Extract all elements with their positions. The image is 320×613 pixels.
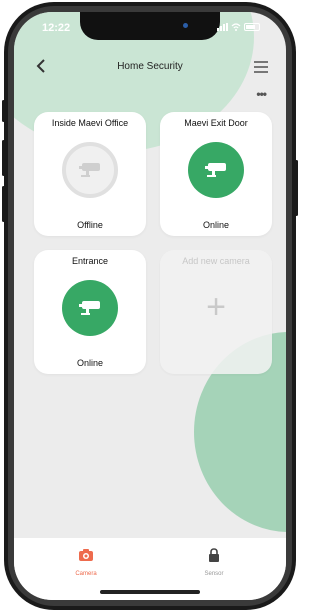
volume-down-button bbox=[2, 186, 5, 222]
menu-icon-line bbox=[254, 66, 268, 68]
camera-online-icon bbox=[62, 280, 118, 336]
camera-card-entrance[interactable]: Entrance Online bbox=[34, 250, 146, 374]
camera-online-icon bbox=[188, 142, 244, 198]
more-options-icon[interactable]: ••• bbox=[256, 87, 267, 101]
tab-camera[interactable]: Camera bbox=[46, 548, 126, 577]
battery-icon bbox=[244, 23, 260, 31]
app-screen: 12:22 Home Security ••• Inside Maevi Off… bbox=[14, 12, 286, 600]
menu-icon-line bbox=[254, 61, 268, 63]
add-camera-card[interactable]: Add new camera + bbox=[160, 250, 272, 374]
menu-button[interactable] bbox=[254, 61, 268, 73]
camera-card-inside-office[interactable]: Inside Maevi Office Offline bbox=[34, 112, 146, 236]
app-header: Home Security bbox=[14, 56, 286, 80]
camera-status: Online bbox=[76, 358, 103, 368]
tab-sensor[interactable]: Sensor bbox=[174, 548, 254, 577]
camera-name: Inside Maevi Office bbox=[51, 118, 129, 128]
wifi-icon bbox=[231, 23, 241, 31]
power-button bbox=[295, 160, 298, 216]
camera-icon bbox=[79, 549, 93, 561]
camera-status: Online bbox=[202, 220, 229, 230]
status-time: 12:22 bbox=[42, 22, 71, 34]
security-camera-icon bbox=[79, 163, 100, 177]
page-title: Home Security bbox=[117, 61, 183, 72]
lock-icon bbox=[209, 548, 219, 562]
camera-name: Entrance bbox=[71, 256, 109, 266]
camera-status: Offline bbox=[77, 220, 103, 230]
plus-icon: + bbox=[206, 288, 226, 326]
home-indicator bbox=[100, 590, 200, 594]
menu-icon-line bbox=[254, 71, 268, 73]
camera-offline-icon bbox=[62, 142, 118, 198]
camera-card-exit-door[interactable]: Maevi Exit Door Online bbox=[160, 112, 272, 236]
signal-icon bbox=[217, 23, 228, 31]
security-camera-icon bbox=[205, 163, 226, 177]
volume-up-button bbox=[2, 140, 5, 176]
camera-name: Maevi Exit Door bbox=[184, 118, 248, 128]
status-icons bbox=[217, 23, 260, 31]
status-bar: 12:22 bbox=[14, 12, 286, 42]
tab-label: Camera bbox=[75, 571, 97, 577]
side-button bbox=[2, 100, 5, 122]
security-camera-icon bbox=[79, 301, 100, 315]
add-camera-label: Add new camera bbox=[182, 256, 250, 266]
tab-label: Sensor bbox=[204, 571, 224, 577]
